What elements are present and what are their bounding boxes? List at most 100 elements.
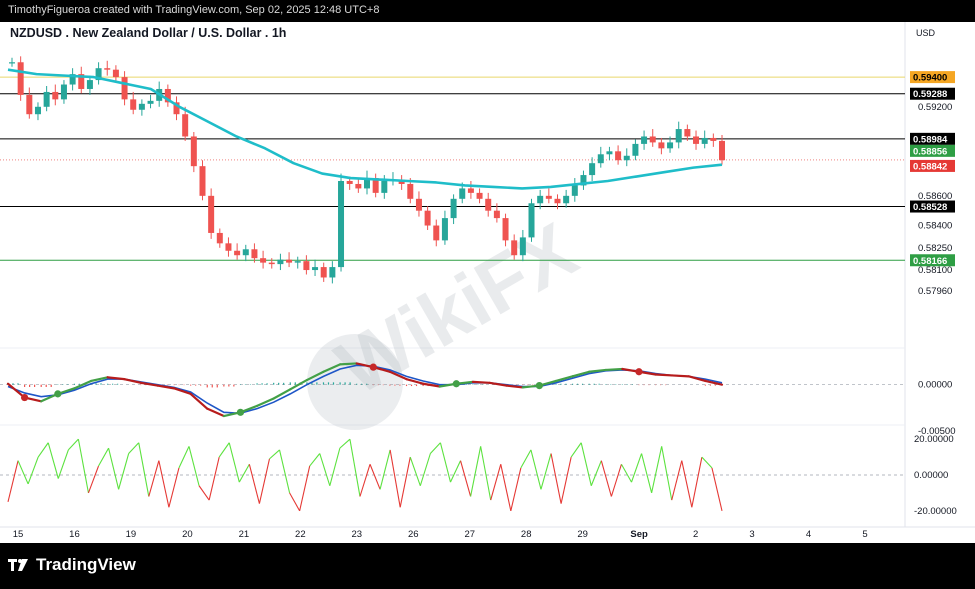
candle-body: [485, 198, 492, 211]
rsi-line-segment: [439, 442, 452, 483]
candle-body: [710, 137, 717, 141]
credit-text: TimothyFigueroa created with TradingView…: [8, 4, 380, 16]
chart-svg[interactable]: WikiFX0.592000.586000.584000.582500.5810…: [0, 22, 975, 543]
candle-body: [112, 69, 119, 78]
candle-body: [589, 163, 596, 176]
macd-line-segment: [654, 373, 674, 377]
candle-body: [554, 198, 561, 204]
candle-body: [424, 210, 431, 226]
candle-body: [26, 94, 33, 115]
candle-body: [476, 192, 483, 199]
time-axis-label: 20: [182, 529, 193, 540]
candle-body: [234, 250, 241, 256]
candle-body: [537, 195, 544, 204]
candle-body: [606, 151, 613, 155]
macd-line-segment: [272, 388, 292, 400]
rsi-line-segment: [269, 449, 280, 460]
rsi-tick-label: 20.00000: [914, 434, 954, 445]
rsi-line-segment: [460, 460, 472, 497]
time-axis-label: 21: [239, 529, 250, 540]
tradingview-brand[interactable]: TradingView: [8, 555, 136, 575]
rsi-line-segment: [510, 467, 522, 511]
rsi-line-segment: [610, 464, 622, 497]
candle-body: [545, 195, 552, 199]
candle-body: [182, 114, 189, 137]
macd-line-segment: [338, 362, 358, 366]
rsi-tick-label: -20.00000: [914, 506, 957, 517]
rsi-line-segment: [550, 453, 562, 504]
time-axis-label: 16: [69, 529, 80, 540]
rsi-line-segment: [17, 460, 29, 485]
rsi-line-segment: [299, 465, 311, 511]
candle-body: [303, 261, 310, 271]
chart-frame[interactable]: NZDUSD . New Zealand Dollar / U.S. Dolla…: [0, 22, 975, 543]
rsi-line-segment: [27, 456, 39, 485]
macd-cross-marker: [369, 363, 377, 371]
candle-body: [615, 151, 622, 161]
moving-average-line: [7, 68, 723, 190]
candle-body: [493, 210, 500, 219]
rsi-line-segment: [349, 439, 361, 497]
rsi-line-segment: [570, 442, 582, 458]
candle-body: [268, 262, 275, 265]
macd-cross-marker: [452, 380, 460, 388]
candle-body: [511, 240, 518, 256]
rsi-line-segment: [148, 460, 160, 497]
candle-body: [338, 181, 345, 268]
candle-body: [312, 267, 319, 271]
tradingview-logo-icon: [8, 559, 28, 571]
candle-body: [242, 249, 249, 256]
rsi-line-segment: [248, 464, 260, 504]
rsi-line-segment: [399, 456, 411, 508]
rsi-line-segment: [138, 442, 150, 497]
macd-line-segment: [206, 407, 225, 418]
time-axis-label: 5: [862, 529, 867, 540]
macd-line-segment: [671, 374, 690, 378]
rsi-line-segment: [289, 492, 301, 512]
candle-body: [60, 84, 67, 100]
candle-body: [34, 106, 41, 115]
rsi-line-segment: [118, 453, 130, 490]
candle-body: [294, 261, 301, 263]
macd-line-segment: [488, 381, 508, 387]
rsi-line-segment: [419, 453, 431, 486]
candle-body: [320, 267, 327, 278]
level-tag-label: 0.58166: [913, 256, 947, 267]
rsi-line-segment: [339, 438, 351, 449]
candle-body: [199, 166, 206, 196]
macd-cross-marker: [21, 393, 29, 402]
candle-body: [9, 62, 15, 64]
rsi-line-segment: [379, 449, 391, 490]
price-tick-label: 0.58600: [918, 191, 952, 202]
candle-body: [450, 198, 457, 219]
rsi-line-segment: [208, 456, 220, 501]
time-axis-label: 22: [295, 529, 306, 540]
candle-body: [104, 68, 111, 70]
candle-body: [667, 142, 674, 149]
macd-cross-marker: [635, 368, 643, 376]
rsi-line-segment: [128, 442, 140, 454]
level-tag-label: 0.59400: [913, 73, 947, 84]
rsi-line-segment: [67, 438, 79, 451]
candle-body: [502, 218, 509, 241]
level-tag-label: 0.59288: [913, 89, 947, 100]
price-tag-label: 0.58856: [913, 146, 947, 157]
rsi-line-segment: [7, 460, 19, 503]
candle-body: [684, 129, 691, 137]
candle-body: [719, 140, 725, 161]
rsi-line-segment: [630, 453, 643, 483]
rsi-tick-label: 0.00000: [914, 470, 948, 481]
candle-body: [147, 100, 154, 104]
candle-body: [277, 259, 284, 265]
candle-body: [571, 185, 578, 196]
rsi-line-segment: [87, 465, 100, 494]
candle-body: [701, 137, 708, 144]
price-tick-label: 0.58400: [918, 221, 952, 232]
candle-body: [632, 143, 639, 156]
rsi-line-segment: [520, 449, 532, 469]
price-tick-label: 0.57960: [918, 286, 952, 297]
candle-body: [208, 195, 215, 233]
rsi-line-segment: [309, 453, 321, 467]
rsi-line-segment: [651, 446, 663, 494]
footer-bar: TradingView: [0, 543, 975, 589]
